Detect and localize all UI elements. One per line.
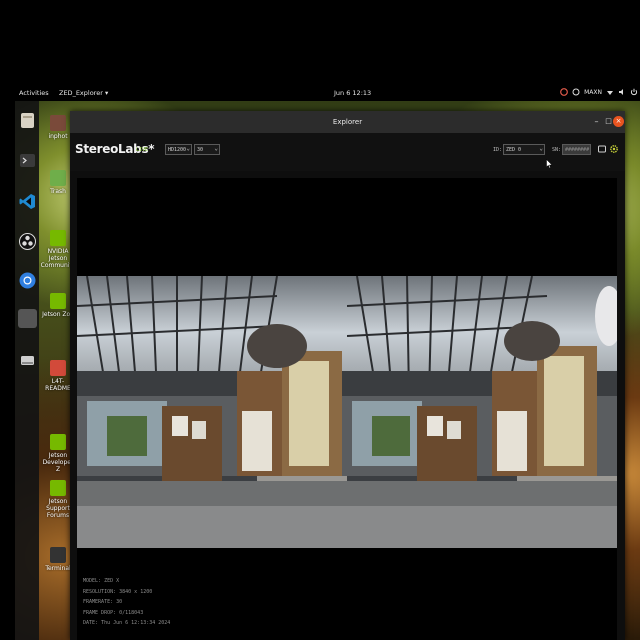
top-bar: Activities ZED_Explorer ▾ Jun 6 12:13 MA… [15, 86, 640, 101]
desktop-item-label: L4T-README [45, 378, 71, 392]
clock[interactable]: Jun 6 12:13 [334, 89, 371, 97]
camera-source-select[interactable]: ZED 0 ⌄ [503, 144, 545, 155]
camera-info-panel: MODEL: ZED X RESOLUTION: 3840 x 1200 FRA… [83, 576, 170, 629]
desktop-item-label: Jetson Support Forums [46, 498, 70, 519]
power-mode-label[interactable]: MAXN [584, 89, 602, 96]
app-grid-icon[interactable] [18, 309, 37, 328]
power-mode-icon[interactable] [572, 88, 580, 96]
video-viewport[interactable]: MODEL: ZED X RESOLUTION: 3840 x 1200 FRA… [77, 178, 617, 640]
nvidia-status-icon[interactable] [560, 88, 569, 96]
vscode-icon[interactable] [18, 192, 37, 211]
live-indicator: LIVE [136, 147, 149, 153]
desktop-item-label: inphot [48, 133, 68, 140]
serial-number-field[interactable]: ######## [562, 144, 591, 155]
system-tray[interactable]: MAXN [560, 88, 638, 96]
window-title: Explorer [332, 118, 363, 126]
obs-icon[interactable] [18, 232, 37, 251]
frame-drop-info: FRAME DROP: 0/118043 [83, 609, 144, 616]
record-icon[interactable] [597, 144, 607, 154]
camera-source-value: ZED 0 [506, 147, 522, 153]
settings-icon[interactable] [609, 144, 619, 154]
framerate-info: FRAMERATE: 30 [83, 599, 123, 605]
desktop-item-label: Trash [50, 188, 66, 195]
power-icon[interactable] [630, 88, 638, 96]
explorer-window: Explorer – □ × StereoLabs* LIVE HD1200 ⌄… [70, 111, 625, 640]
nvidia-icon [50, 480, 66, 496]
right-camera-frame [347, 276, 617, 548]
desktop-item-label: Jetson Developer Z [42, 452, 74, 473]
chevron-down-icon: ⌄ [539, 145, 543, 152]
chromium-icon[interactable] [18, 271, 37, 290]
nvidia-icon [50, 230, 66, 246]
dock [15, 101, 39, 640]
image-file-icon [50, 115, 66, 131]
files-icon[interactable] [18, 111, 37, 130]
window-titlebar[interactable]: Explorer – □ × [70, 111, 625, 133]
minimize-button[interactable]: – [591, 116, 602, 127]
nvidia-icon [50, 293, 66, 309]
app-menu[interactable]: ZED_Explorer ▾ [59, 89, 108, 97]
screen: Activities ZED_Explorer ▾ Jun 6 12:13 MA… [0, 0, 640, 640]
resolution-value: HD1200 [168, 147, 187, 153]
readme-icon [50, 360, 66, 376]
resolution-info: RESOLUTION: 3840 x 1200 [83, 588, 153, 595]
mouse-cursor-icon [546, 159, 553, 169]
volume-icon[interactable] [618, 88, 626, 96]
resolution-select[interactable]: HD1200 ⌄ [165, 144, 192, 155]
close-button[interactable]: × [613, 116, 624, 127]
serial-number-value: ######## [565, 147, 590, 153]
date-info: DATE: Thu Jun 6 12:13:34 2024 [83, 620, 171, 626]
model-info: MODEL: ZED X [83, 578, 120, 584]
trash-icon [50, 170, 66, 186]
terminal-icon [50, 547, 66, 563]
network-icon[interactable] [606, 88, 614, 96]
chevron-down-icon: ⌄ [186, 145, 190, 152]
fps-value: 30 [197, 147, 204, 153]
nvidia-icon [50, 434, 66, 450]
activities-button[interactable]: Activities [19, 89, 49, 97]
explorer-toolbar: StereoLabs* LIVE HD1200 ⌄ 30 ⌄ ID: ZED 0… [70, 133, 625, 171]
desktop-item-label: Terminal [45, 565, 71, 572]
fps-select[interactable]: 30 ⌄ [194, 144, 220, 155]
drive-icon[interactable] [18, 351, 37, 370]
left-camera-frame [77, 276, 347, 548]
serial-number-label: SN: [552, 147, 562, 153]
source-label: ID: [493, 147, 503, 153]
chevron-down-icon: ⌄ [214, 145, 218, 152]
terminal-icon[interactable] [18, 151, 37, 170]
stereo-frames [77, 276, 617, 548]
